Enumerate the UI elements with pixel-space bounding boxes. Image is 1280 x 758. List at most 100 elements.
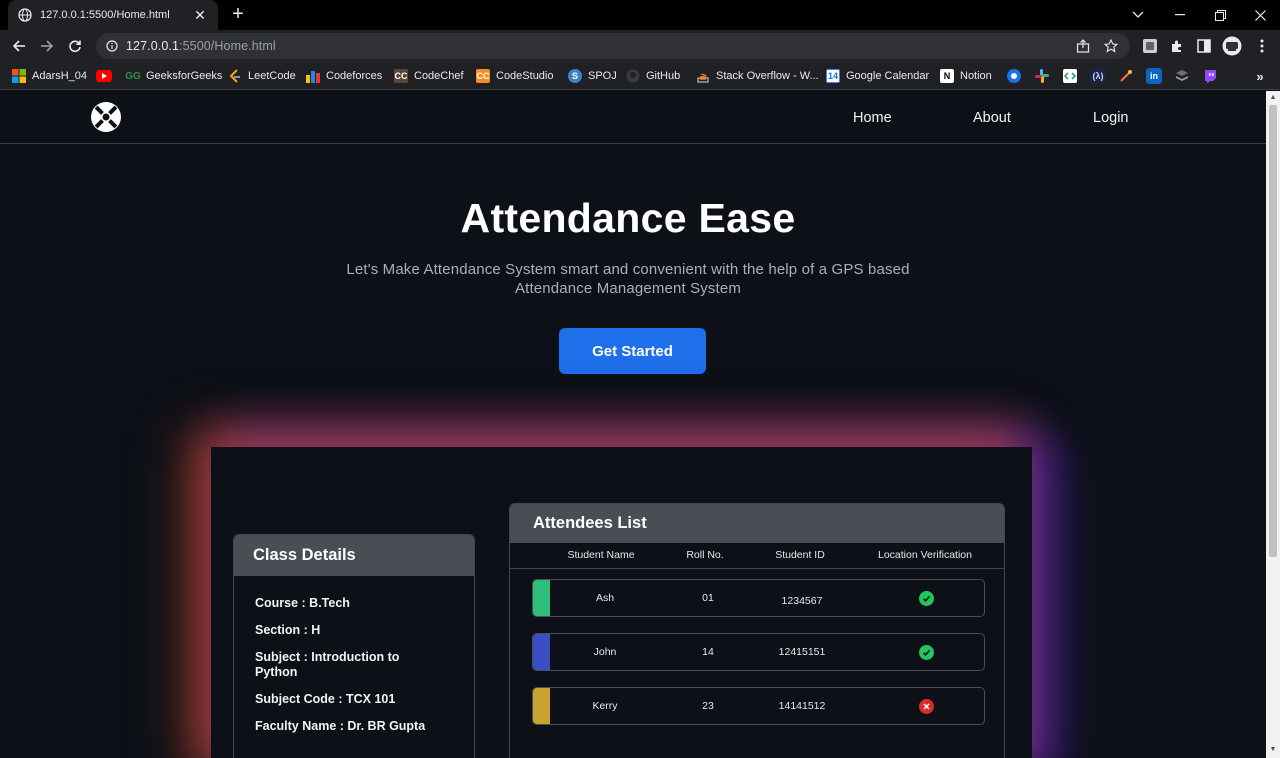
section-detail: Section : H <box>255 623 321 637</box>
bookmark-star-icon[interactable] <box>1102 37 1120 55</box>
github-icon <box>626 69 640 83</box>
site-logo-icon[interactable] <box>90 101 122 133</box>
attendees-list-card: Attendees List Student Name Roll No. Stu… <box>509 503 1005 758</box>
tab-search-icon[interactable] <box>1118 0 1158 30</box>
layers-icon[interactable] <box>1174 68 1190 84</box>
column-header: Student Name <box>567 549 635 561</box>
new-tab-icon[interactable]: + <box>228 4 248 24</box>
browser-tab[interactable]: 127.0.0.1:5500/Home.html ✕ <box>8 0 218 30</box>
codeforces-icon <box>306 69 320 83</box>
page-viewport: Home About Login Attendance Ease Let's M… <box>0 91 1266 758</box>
nav-home-link[interactable]: Home <box>853 110 892 126</box>
close-tab-icon[interactable]: ✕ <box>192 7 208 24</box>
bookmark-geeksforgeeks[interactable]: GG GeeksforGeeks <box>125 67 222 85</box>
verified-check-icon <box>919 591 934 606</box>
extension-icon[interactable] <box>1140 36 1160 56</box>
rejected-cross-icon <box>919 699 934 714</box>
scroll-down-icon[interactable]: ▼ <box>1269 746 1277 754</box>
nav-about-link[interactable]: About <box>973 110 1011 126</box>
tab-strip: 127.0.0.1:5500/Home.html ✕ + <box>0 0 1280 30</box>
restore-icon[interactable] <box>1200 0 1240 30</box>
verified-check-icon <box>919 645 934 660</box>
subject-detail: Subject : Introduction to Python <box>255 650 400 679</box>
code-extension-icon[interactable] <box>1062 68 1078 84</box>
get-started-button[interactable]: Get Started <box>559 328 706 374</box>
slack-icon[interactable] <box>1034 68 1050 84</box>
site-info-icon[interactable] <box>106 40 118 52</box>
scroll-up-icon[interactable]: ▲ <box>1269 94 1277 102</box>
minimize-icon[interactable] <box>1160 0 1200 30</box>
class-details-title: Class Details <box>234 535 474 576</box>
page-scrollbar[interactable]: ▲ ▼ <box>1266 91 1280 758</box>
subject-code-detail: Subject Code : TCX 101 <box>255 692 396 706</box>
spoj-icon: S <box>568 69 582 83</box>
attendee-roll: 01 <box>702 592 714 604</box>
hero-title: Attendance Ease <box>460 195 796 241</box>
attendee-roll: 23 <box>702 700 714 712</box>
profile-avatar-icon[interactable] <box>1222 36 1242 56</box>
attendee-name: Ash <box>595 592 615 604</box>
youtube-icon[interactable] <box>96 68 112 84</box>
attendee-row[interactable]: Ash 01 1234567 <box>532 579 985 617</box>
tab-title: 127.0.0.1:5500/Home.html <box>40 9 170 21</box>
stackoverflow-icon <box>696 69 710 83</box>
tool-icon[interactable] <box>1118 68 1134 84</box>
extensions-puzzle-icon[interactable] <box>1167 36 1187 56</box>
forward-icon[interactable] <box>36 35 58 57</box>
class-details-card: Class Details Course : B.Tech Section : … <box>233 534 475 758</box>
lambda-icon[interactable]: (λ) <box>1090 68 1106 84</box>
bookmark-spoj[interactable]: S SPOJ <box>568 67 617 85</box>
column-header: Student ID <box>775 549 825 561</box>
bookmark-codechef[interactable]: CC CodeChef <box>394 67 464 85</box>
column-header: Roll No. <box>686 549 724 561</box>
attendees-table-header: Student Name Roll No. Student ID Locatio… <box>510 543 1004 569</box>
hero-subtitle: Let's Make Attendance System smart and c… <box>346 261 910 297</box>
address-bar[interactable]: 127.0.0.1:5500/Home.html <box>96 33 1130 59</box>
calendar-icon: 14 <box>826 69 840 83</box>
leetcode-icon <box>228 69 242 83</box>
gfg-icon: GG <box>125 70 141 82</box>
close-window-icon[interactable] <box>1240 0 1280 30</box>
back-icon[interactable] <box>8 35 30 57</box>
bookmark-google-calendar[interactable]: 14 Google Calendar <box>826 67 929 85</box>
attendee-id: 12415151 <box>778 646 826 658</box>
attendee-roll: 14 <box>702 646 714 658</box>
scroll-thumb[interactable] <box>1269 105 1277 557</box>
attendee-name: Kerry <box>592 700 618 712</box>
attendee-color-bar <box>533 688 550 724</box>
windows-logo-icon <box>12 69 26 83</box>
codechef-icon: CC <box>394 69 408 83</box>
reload-icon[interactable] <box>64 35 86 57</box>
browser-toolbar: 127.0.0.1:5500/Home.html <box>0 30 1280 62</box>
site-navbar: Home About Login <box>0 91 1266 144</box>
attendee-row[interactable]: Kerry 23 14141512 <box>532 687 985 725</box>
side-panel-icon[interactable] <box>1194 36 1214 56</box>
bookmark-stackoverflow[interactable]: Stack Overflow - W... <box>696 67 819 85</box>
attendees-list-title: Attendees List <box>510 504 1004 543</box>
bookmark-leetcode[interactable]: LeetCode <box>228 67 296 85</box>
twitch-icon[interactable] <box>1202 68 1218 84</box>
nav-login-link[interactable]: Login <box>1093 110 1128 126</box>
attendee-row[interactable]: John 14 12415151 <box>532 633 985 671</box>
bookmark-notion[interactable]: N Notion <box>940 67 992 85</box>
attendee-color-bar <box>533 580 550 616</box>
faculty-detail: Faculty Name : Dr. BR Gupta <box>255 719 426 733</box>
notion-icon: N <box>940 69 954 83</box>
bookmark-codeforces[interactable]: Codeforces <box>306 67 382 85</box>
menu-kebab-icon[interactable] <box>1252 36 1272 56</box>
more-bookmarks-icon[interactable]: » <box>1252 68 1268 84</box>
chrome-remote-icon[interactable] <box>1006 68 1022 84</box>
globe-icon <box>18 8 32 22</box>
bookmark-codestudio[interactable]: CC CodeStudio <box>476 67 554 85</box>
bookmark-github[interactable]: GitHub <box>626 67 680 85</box>
bookmark-adarsh[interactable]: AdarsH_04 <box>12 67 87 85</box>
attendee-name: John <box>593 646 617 658</box>
dashboard-preview: Class Details Course : B.Tech Section : … <box>211 447 1032 758</box>
attendee-id: 14141512 <box>778 700 826 712</box>
share-icon[interactable] <box>1074 37 1092 55</box>
linkedin-icon[interactable]: in <box>1146 68 1162 84</box>
attendee-id: 1234567 <box>781 595 823 607</box>
bookmarks-bar: AdarsH_04 GG GeeksforGeeks LeetCode Code… <box>0 62 1280 90</box>
course-detail: Course : B.Tech <box>255 596 350 610</box>
url-text: 127.0.0.1:5500/Home.html <box>126 39 276 53</box>
